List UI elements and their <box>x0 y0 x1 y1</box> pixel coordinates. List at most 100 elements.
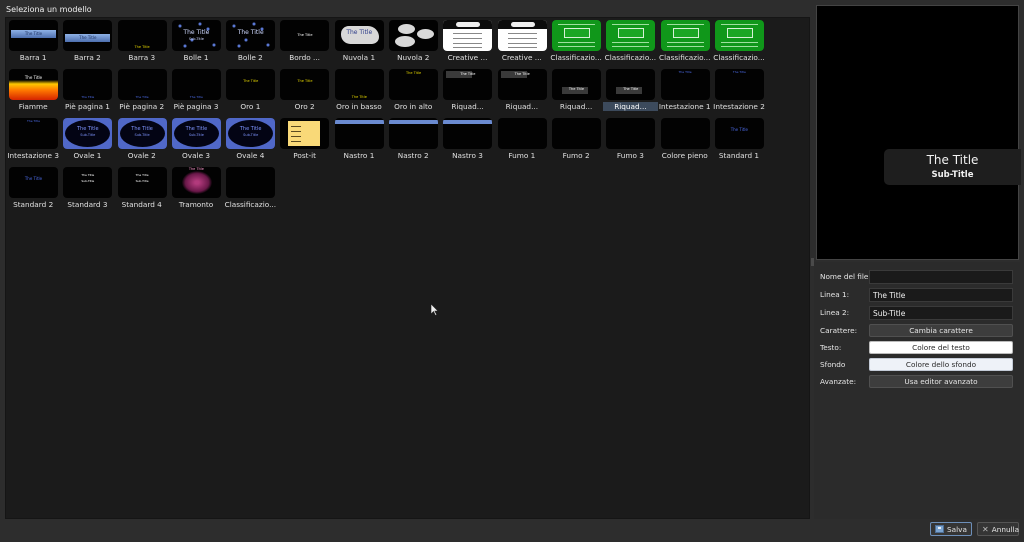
template-thumbnail: The Title <box>443 69 493 100</box>
template-item[interactable]: The Title Intestazione 3 <box>6 116 60 165</box>
template-item[interactable]: The Title Nuvola 1 <box>332 18 386 67</box>
template-label: Fumo 3 <box>616 151 644 160</box>
template-thumbnail <box>660 20 710 51</box>
template-item[interactable]: Fumo 3 <box>603 116 657 165</box>
template-item[interactable]: Classificazio... <box>658 18 712 67</box>
template-item[interactable]: The Title Standard 2 <box>6 165 60 214</box>
text-color-button[interactable]: Colore del testo <box>869 341 1013 354</box>
template-item[interactable]: The Title Sub-Title Ovale 1 <box>60 116 114 165</box>
template-thumbnail: The Title <box>9 118 58 149</box>
template-item[interactable]: The Title Tramonto <box>169 165 223 214</box>
template-item[interactable]: Nastro 1 <box>332 116 386 165</box>
template-thumbnail: The Title Sub-Title <box>63 118 113 149</box>
template-thumbnail <box>606 118 656 149</box>
template-thumbnail: The Title <box>660 69 710 100</box>
template-item[interactable]: The Title Intestazione 1 <box>658 67 712 116</box>
template-thumbnail <box>551 20 601 51</box>
template-label: Classificazio... <box>550 53 602 62</box>
template-thumbnail: The Title Sub-Title <box>171 118 221 149</box>
template-item[interactable]: The Title Standard 1 <box>712 116 766 165</box>
template-label: Nuvola 1 <box>342 53 376 62</box>
template-label: Intestazione 3 <box>7 151 59 160</box>
template-label: Oro 2 <box>294 102 315 111</box>
template-item[interactable]: The Title Riquad... <box>495 67 549 116</box>
template-item[interactable]: The Title Barra 3 <box>115 18 169 67</box>
template-thumbnail: The Title <box>226 20 276 51</box>
template-item[interactable]: Nastro 2 <box>386 116 440 165</box>
template-item[interactable]: Classificazio... <box>549 18 603 67</box>
template-item[interactable]: The Title Riquad... <box>603 67 658 116</box>
template-label: Barra 2 <box>74 53 101 62</box>
template-item[interactable]: Creative ... <box>495 18 549 67</box>
template-gallery: The Title Barra 1 The Title Barra 2 The Titl… <box>5 17 810 519</box>
template-thumbnail <box>606 20 656 51</box>
template-item[interactable]: The Title Fiamme <box>6 67 60 116</box>
template-item[interactable]: The Title Bolle 2 <box>223 18 277 67</box>
change-font-button[interactable]: Cambia carattere <box>869 324 1013 337</box>
template-item[interactable]: Nuvola 2 <box>386 18 440 67</box>
template-label: Standard 1 <box>718 151 760 160</box>
template-thumbnail: The Title <box>334 20 384 51</box>
template-item[interactable]: The Title Barra 2 <box>60 18 114 67</box>
template-item[interactable]: The Title Barra 1 <box>6 18 60 67</box>
background-color-button[interactable]: Colore dello sfondo <box>869 358 1013 371</box>
line1-field[interactable] <box>869 288 1013 302</box>
save-icon <box>935 525 944 533</box>
template-item[interactable]: The Title Riquad... <box>549 67 603 116</box>
template-preview: The Title Sub-Title <box>816 5 1021 260</box>
template-item[interactable]: The Title Piè pagina 2 <box>115 67 169 116</box>
template-label: Piè pagina 1 <box>64 102 110 111</box>
template-thumbnail: The Title Sub-Title <box>117 118 167 149</box>
template-thumbnail: The Title <box>117 69 167 100</box>
template-label: Fumo 2 <box>562 151 590 160</box>
save-button[interactable]: Salva <box>930 522 972 536</box>
template-item[interactable]: The Title Sub-Title Ovale 2 <box>115 116 169 165</box>
template-item[interactable]: The Title Piè pagina 1 <box>60 67 114 116</box>
preview-title: The Title <box>926 153 979 167</box>
template-label: Oro in basso <box>336 102 382 111</box>
cancel-button-label: Annulla <box>991 524 1020 534</box>
template-item[interactable]: Nastro 3 <box>440 116 494 165</box>
template-item[interactable]: Colore pieno <box>658 116 712 165</box>
template-item[interactable]: The Title Riquad... <box>440 67 494 116</box>
template-label: Nastro 3 <box>452 151 483 160</box>
preview-banner: The Title Sub-Title <box>884 149 1021 185</box>
template-item[interactable]: The Title Oro in basso <box>332 67 386 116</box>
cancel-button[interactable]: ✕ Annulla <box>977 522 1019 536</box>
filename-label: Nome del file: <box>820 272 871 281</box>
template-label: Piè pagina 2 <box>119 102 165 111</box>
template-item[interactable]: The Title Oro 2 <box>277 67 331 116</box>
template-item[interactable]: Fumo 2 <box>549 116 603 165</box>
template-item[interactable]: The Title Sub-Title Standard 3 <box>60 165 114 214</box>
template-item[interactable]: The Title Bordo ... <box>277 18 331 67</box>
template-item[interactable]: The Title Sub-Title Standard 4 <box>115 165 169 214</box>
template-item[interactable]: The Title Sub-Title Ovale 3 <box>169 116 223 165</box>
template-item[interactable]: Post-it <box>277 116 331 165</box>
filename-field[interactable] <box>869 270 1013 284</box>
template-label: Bolle 1 <box>183 53 209 62</box>
template-thumbnail <box>334 118 384 149</box>
preview-subtitle: Sub-Title <box>931 170 974 180</box>
template-thumbnail: The Title <box>280 20 330 51</box>
template-thumbnail: The Title <box>389 69 439 100</box>
template-item[interactable]: The Title Sub-Title Ovale 4 <box>223 116 277 165</box>
template-item[interactable]: Classificazio... <box>712 18 766 67</box>
template-item[interactable]: Creative ... <box>440 18 494 67</box>
template-label: Intestazione 1 <box>658 102 711 111</box>
template-thumbnail: The Title Sub-Title <box>226 118 276 149</box>
template-item[interactable]: The Title Oro 1 <box>223 67 277 116</box>
template-item[interactable]: Classificazio... <box>223 165 277 214</box>
template-thumbnail: The Title <box>171 167 221 198</box>
template-label: Riquad... <box>451 102 484 111</box>
template-thumbnail <box>226 167 276 198</box>
template-item[interactable]: The Title Intestazione 2 <box>712 67 766 116</box>
line2-field[interactable] <box>869 306 1013 320</box>
template-item[interactable]: The Title Sub-Title Bolle 1 <box>169 18 223 67</box>
template-item[interactable]: The Title Oro in alto <box>386 67 440 116</box>
template-label: Classificazio... <box>604 53 657 62</box>
advanced-editor-button[interactable]: Usa editor avanzato <box>869 375 1013 388</box>
template-item[interactable]: Classificazio... <box>603 18 657 67</box>
template-item[interactable]: The Title Piè pagina 3 <box>169 67 223 116</box>
template-item[interactable]: Fumo 1 <box>495 116 549 165</box>
template-thumbnail <box>497 20 547 51</box>
